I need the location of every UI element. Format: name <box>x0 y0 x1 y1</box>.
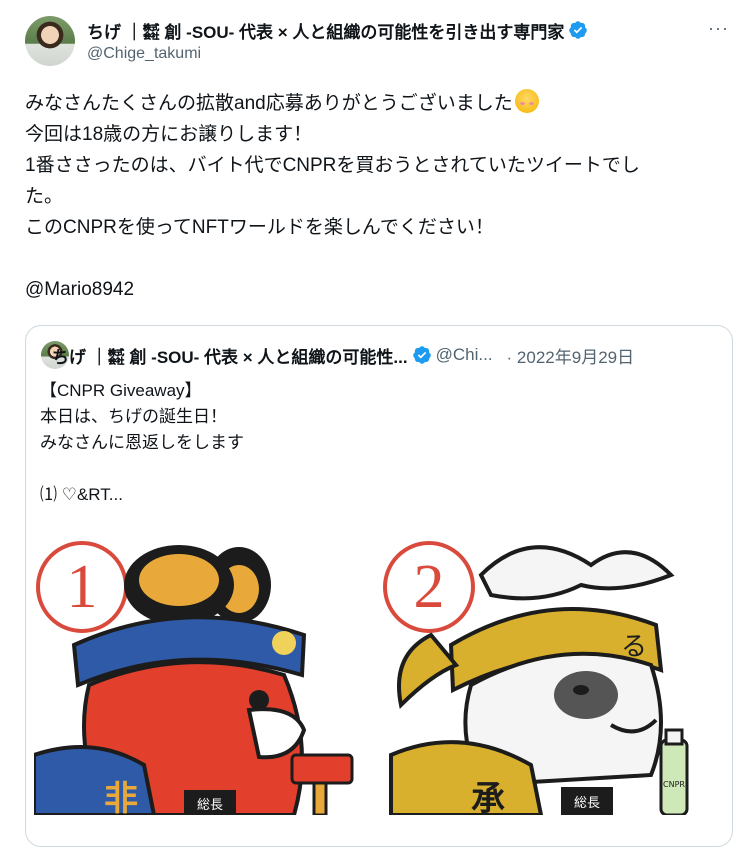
quoted-line: みなさんに恩返しをします <box>40 433 244 452</box>
nft-image-1[interactable]: 1 非 総長 <box>34 525 364 815</box>
quoted-tweet-body: 【CNPR Giveaway】 本日は、ちげの誕生日！ みなさんに恩返しをします… <box>40 378 244 508</box>
tweet-line: みなさんたくさんの拡散and応募ありがとうございました <box>25 88 715 119</box>
nft-image-2[interactable]: 2 る 承 総長 CNPR <box>371 525 701 815</box>
author-name[interactable]: ちげ ｜㍿ 創 -SOU- 代表 × 人と組織の可能性を引き出す専門家 <box>87 18 564 43</box>
tweet-line <box>25 243 715 274</box>
coat-kanji: 承 <box>471 779 505 815</box>
tweet: ちげ ｜㍿ 創 -SOU- 代表 × 人と組織の可能性を引き出す専門家 @Chi… <box>0 0 734 847</box>
verified-badge-icon <box>412 346 431 364</box>
quoted-author-handle: @Chi... <box>435 345 493 364</box>
verified-badge-icon <box>569 21 588 39</box>
image-number-2: 2 <box>414 553 445 621</box>
author-handle[interactable]: @Chige_takumi <box>87 45 201 63</box>
quoted-line: ⑴ ♡&RT... <box>40 485 123 504</box>
tweet-line: このCNPRを使ってNFTワールドを楽しんでください！ <box>25 217 494 238</box>
quoted-tweet-header: ちげ ｜㍿ 創 -SOU- 代表 × 人と組織の可能性... @Chi... ·… <box>52 342 634 368</box>
tweet-line: 1番ささったのは、バイト代でCNPRを買おうとされていたツイートでし <box>25 155 640 176</box>
tweet-line: た。 <box>25 186 64 207</box>
quoted-tweet-date[interactable]: · 2022年9月29日 <box>507 343 635 368</box>
coat-kanji: 非 <box>104 779 138 815</box>
bottle-label: CNPR <box>663 780 685 789</box>
smiling-face-emoji-icon <box>514 89 539 113</box>
nft-character-2-illustration: 2 る 承 総長 CNPR <box>383 541 689 815</box>
tweet-body: みなさんたくさんの拡散and応募ありがとうございました 今回は18歳の方にお譲り… <box>25 88 715 305</box>
nft-character-1-illustration: 1 非 総長 <box>34 541 354 815</box>
image-number-1: 1 <box>67 553 98 621</box>
quoted-line: 本日は、ちげの誕生日！ <box>40 407 227 426</box>
more-options-icon[interactable]: ··· <box>708 18 729 39</box>
tweet-line: 今回は18歳の方にお譲りします！ <box>25 124 313 145</box>
mention-link[interactable]: @Mario8942 <box>25 274 715 305</box>
author-avatar[interactable] <box>25 16 75 66</box>
quoted-author-name: ちげ ｜㍿ 創 -SOU- 代表 × 人と組織の可能性... <box>52 347 408 367</box>
quoted-line: 【CNPR Giveaway】 <box>40 381 202 400</box>
badge-text: 総長 <box>574 796 600 811</box>
quoted-line <box>40 456 244 482</box>
author-name-row[interactable]: ちげ ｜㍿ 創 -SOU- 代表 × 人と組織の可能性を引き出す専門家 <box>87 18 588 42</box>
